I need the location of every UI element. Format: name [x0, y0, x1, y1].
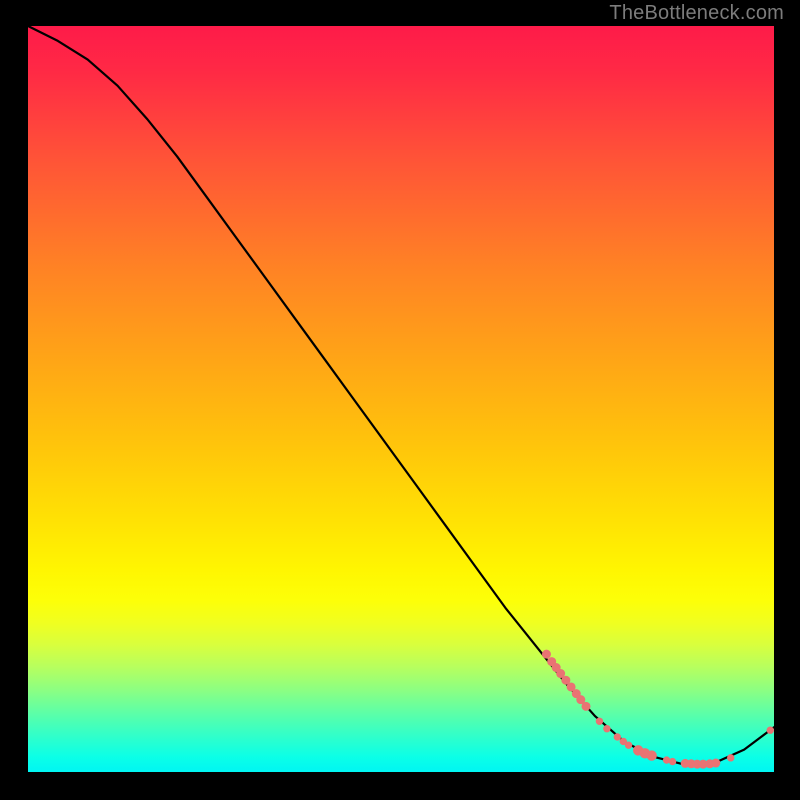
marker-dot: [596, 718, 603, 725]
marker-dot: [767, 727, 774, 734]
marker-dot: [669, 758, 676, 765]
marker-dot: [582, 702, 591, 711]
chart-container: TheBottleneck.com: [0, 0, 800, 800]
marker-dot: [542, 650, 551, 659]
marker-dot: [625, 741, 632, 748]
marker-dot: [614, 733, 621, 740]
bottleneck-curve: [28, 26, 774, 765]
plot-area: [28, 26, 774, 772]
marker-dot: [711, 759, 720, 768]
chart-svg: [28, 26, 774, 772]
marker-dot: [727, 754, 734, 761]
attribution-text: TheBottleneck.com: [609, 2, 784, 25]
marker-dot: [646, 750, 656, 760]
marker-dot: [603, 725, 610, 732]
